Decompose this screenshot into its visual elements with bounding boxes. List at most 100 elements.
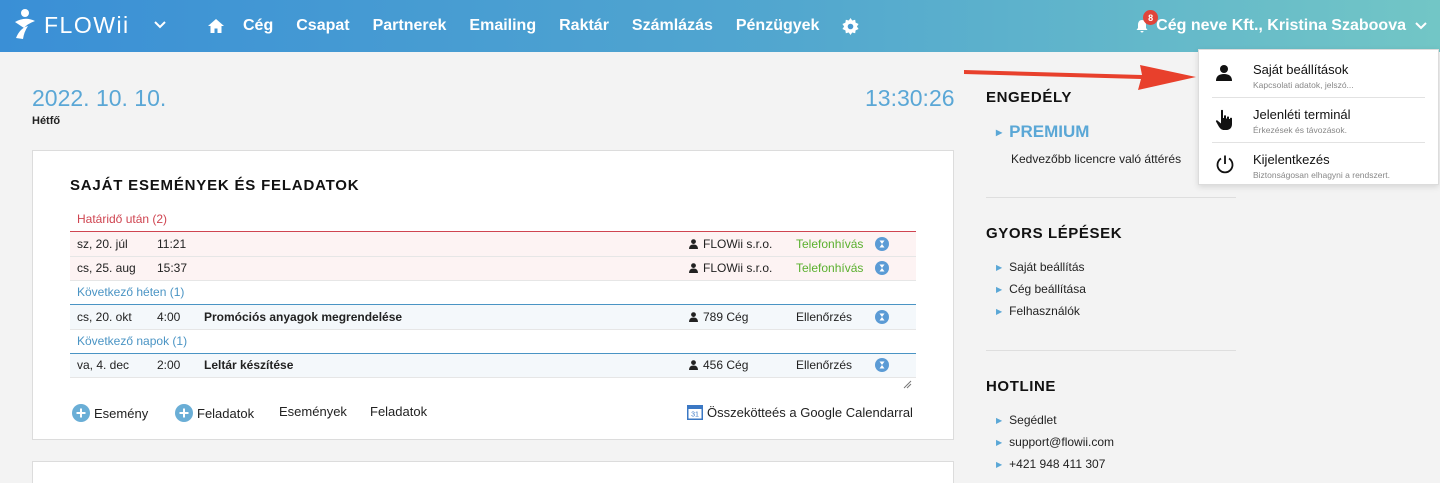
hand-pointer-icon	[1215, 109, 1233, 131]
bullet-icon: ▶	[996, 284, 1003, 294]
row-partner-name: FLOWii s.r.o.	[703, 261, 773, 276]
row-time: 11:21	[157, 236, 187, 251]
row-partner[interactable]: 456 Cég	[689, 358, 748, 372]
user-menu[interactable]: 8 Cég neve Kft., Kristina Szaboova	[1136, 0, 1428, 52]
resize-handle-icon[interactable]	[903, 376, 912, 394]
divider	[986, 197, 1236, 198]
add-task-label: Feladatok	[197, 405, 255, 421]
home-icon[interactable]	[207, 18, 225, 34]
hotline-label: Segédlet	[1009, 413, 1057, 427]
hotline-link-help[interactable]: ▶ Segédlet	[996, 413, 1057, 427]
task-list: Határidő után (2) sz, 20. júl 11:21 FLOW…	[70, 208, 916, 378]
hotline-label: +421 948 411 307	[1009, 457, 1106, 471]
chevron-down-icon[interactable]	[153, 17, 167, 35]
row-partner[interactable]: FLOWii s.r.o.	[689, 261, 772, 275]
row-partner-name: 456 Cég	[703, 358, 749, 373]
bullet-icon: ▶	[996, 437, 1003, 447]
nav-item-ceg[interactable]: Cég	[243, 17, 273, 35]
quick-steps-title: GYORS LÉPÉSEK	[986, 225, 1123, 242]
premium-link[interactable]: ▶ PREMIUM	[996, 122, 1089, 142]
current-time: 13:30:26	[865, 85, 955, 111]
hourglass-icon[interactable]	[875, 261, 889, 276]
menu-item-logout[interactable]: Kijelentkezés Biztonságosan elhagyni a r…	[1199, 142, 1438, 186]
row-time: 4:00	[157, 309, 181, 324]
events-link[interactable]: Események	[279, 404, 347, 419]
bullet-icon: ▶	[996, 459, 1003, 469]
hotline-link-phone[interactable]: ▶ +421 948 411 307	[996, 457, 1105, 471]
menu-item-sub: Érkezések és távozások.	[1253, 125, 1348, 135]
row-date: va, 4. dec	[77, 358, 130, 373]
user-dropdown-menu: Saját beállítások Kapcsolati adatok, jel…	[1198, 49, 1439, 185]
bullet-icon: ▶	[996, 262, 1003, 272]
nav-item-csapat[interactable]: Csapat	[296, 17, 349, 35]
gear-icon[interactable]	[842, 17, 860, 35]
user-icon	[689, 311, 698, 322]
user-icon	[689, 360, 698, 371]
menu-item-attendance-terminal[interactable]: Jelenléti terminál Érkezések és távozáso…	[1199, 97, 1438, 141]
google-calendar-link[interactable]: 31 Összekötteés a Google Calendarral	[687, 404, 913, 420]
logo[interactable]: FLOWii	[12, 8, 130, 42]
divider	[986, 350, 1236, 351]
row-date: cs, 25. aug	[77, 261, 136, 276]
row-partner[interactable]: 789 Cég	[689, 310, 748, 324]
nav-item-partnerek[interactable]: Partnerek	[373, 17, 447, 35]
add-event-button[interactable]: Esemény	[72, 404, 148, 422]
hotline-title: HOTLINE	[986, 378, 1057, 395]
row-date: sz, 20. júl	[77, 236, 128, 251]
top-navbar: FLOWii Cég Csapat Partnerek Emailing Rak…	[0, 0, 1440, 52]
menu-item-sub: Kapcsolati adatok, jelszó...	[1253, 80, 1354, 90]
quick-link-label: Cég beállítása	[1009, 282, 1086, 296]
add-task-button[interactable]: Feladatok	[175, 404, 254, 422]
google-calendar-label: Összekötteés a Google Calendarral	[707, 404, 913, 420]
events-tasks-card: SAJÁT ESEMÉNYEK ÉS FELADATOK Határidő ut…	[32, 150, 954, 440]
quick-link-own-settings[interactable]: ▶ Saját beállítás	[996, 260, 1085, 274]
menu-item-own-settings[interactable]: Saját beállítások Kapcsolati adatok, jel…	[1199, 52, 1438, 96]
row-type: Ellenőrzés	[796, 309, 853, 324]
secondary-card	[32, 461, 954, 483]
row-type: Telefonhívás	[796, 236, 864, 251]
table-row[interactable]: va, 4. dec 2:00 Leltár készítése 456 Cég…	[70, 353, 916, 378]
row-partner[interactable]: FLOWii s.r.o.	[689, 237, 772, 251]
row-title[interactable]: Promóciós anyagok megrendelése	[204, 310, 402, 324]
user-icon	[1215, 64, 1233, 82]
logo-text: FLOWii	[44, 11, 130, 38]
nav-item-szamlazas[interactable]: Számlázás	[632, 17, 713, 35]
table-row[interactable]: sz, 20. júl 11:21 FLOWii s.r.o. Telefonh…	[70, 232, 916, 257]
quick-link-company-settings[interactable]: ▶ Cég beállítása	[996, 282, 1086, 296]
table-row[interactable]: cs, 25. aug 15:37 FLOWii s.r.o. Telefonh…	[70, 256, 916, 281]
bell-icon[interactable]: 8	[1136, 10, 1159, 33]
license-title: ENGEDÉLY	[986, 89, 1072, 106]
current-weekday: Hétfő	[32, 115, 61, 127]
user-icon	[689, 238, 698, 249]
current-date: 2022. 10. 10.	[32, 85, 167, 111]
quick-link-label: Saját beállítás	[1009, 260, 1085, 274]
row-partner-name: 789 Cég	[703, 309, 749, 324]
card-footer: Esemény Feladatok Események Feladatok 31…	[72, 404, 918, 422]
hourglass-icon[interactable]	[875, 309, 889, 324]
row-time: 2:00	[157, 358, 181, 373]
nav-item-penzugyek[interactable]: Pénzügyek	[736, 17, 820, 35]
group-header-next-days: Következő napok (1)	[70, 330, 916, 354]
menu-item-sub: Biztonságosan elhagyni a rendszert.	[1253, 170, 1391, 180]
plus-icon	[175, 404, 193, 422]
row-partner-name: FLOWii s.r.o.	[703, 236, 773, 251]
hourglass-icon[interactable]	[875, 236, 889, 251]
bullet-icon: ▶	[996, 415, 1003, 425]
hourglass-icon[interactable]	[875, 358, 889, 373]
table-row[interactable]: cs, 20. okt 4:00 Promóciós anyagok megre…	[70, 305, 916, 330]
nav-item-emailing[interactable]: Emailing	[469, 17, 536, 35]
row-type: Telefonhívás	[796, 261, 864, 276]
calendar-icon: 31	[687, 405, 703, 420]
nav-item-raktar[interactable]: Raktár	[559, 17, 609, 35]
menu-item-label: Saját beállítások	[1253, 62, 1349, 77]
power-icon	[1215, 154, 1235, 174]
quick-link-users[interactable]: ▶ Felhasználók	[996, 304, 1080, 318]
quick-link-label: Felhasználók	[1009, 304, 1080, 318]
tasks-link[interactable]: Feladatok	[370, 404, 427, 419]
row-date: cs, 20. okt	[77, 309, 132, 324]
chevron-down-icon[interactable]	[1414, 21, 1428, 31]
row-title[interactable]: Leltár készítése	[204, 358, 293, 372]
plus-icon	[72, 404, 90, 422]
main-nav: Cég Csapat Partnerek Emailing Raktár Szá…	[207, 0, 860, 52]
hotline-link-email[interactable]: ▶ support@flowii.com	[996, 435, 1114, 449]
